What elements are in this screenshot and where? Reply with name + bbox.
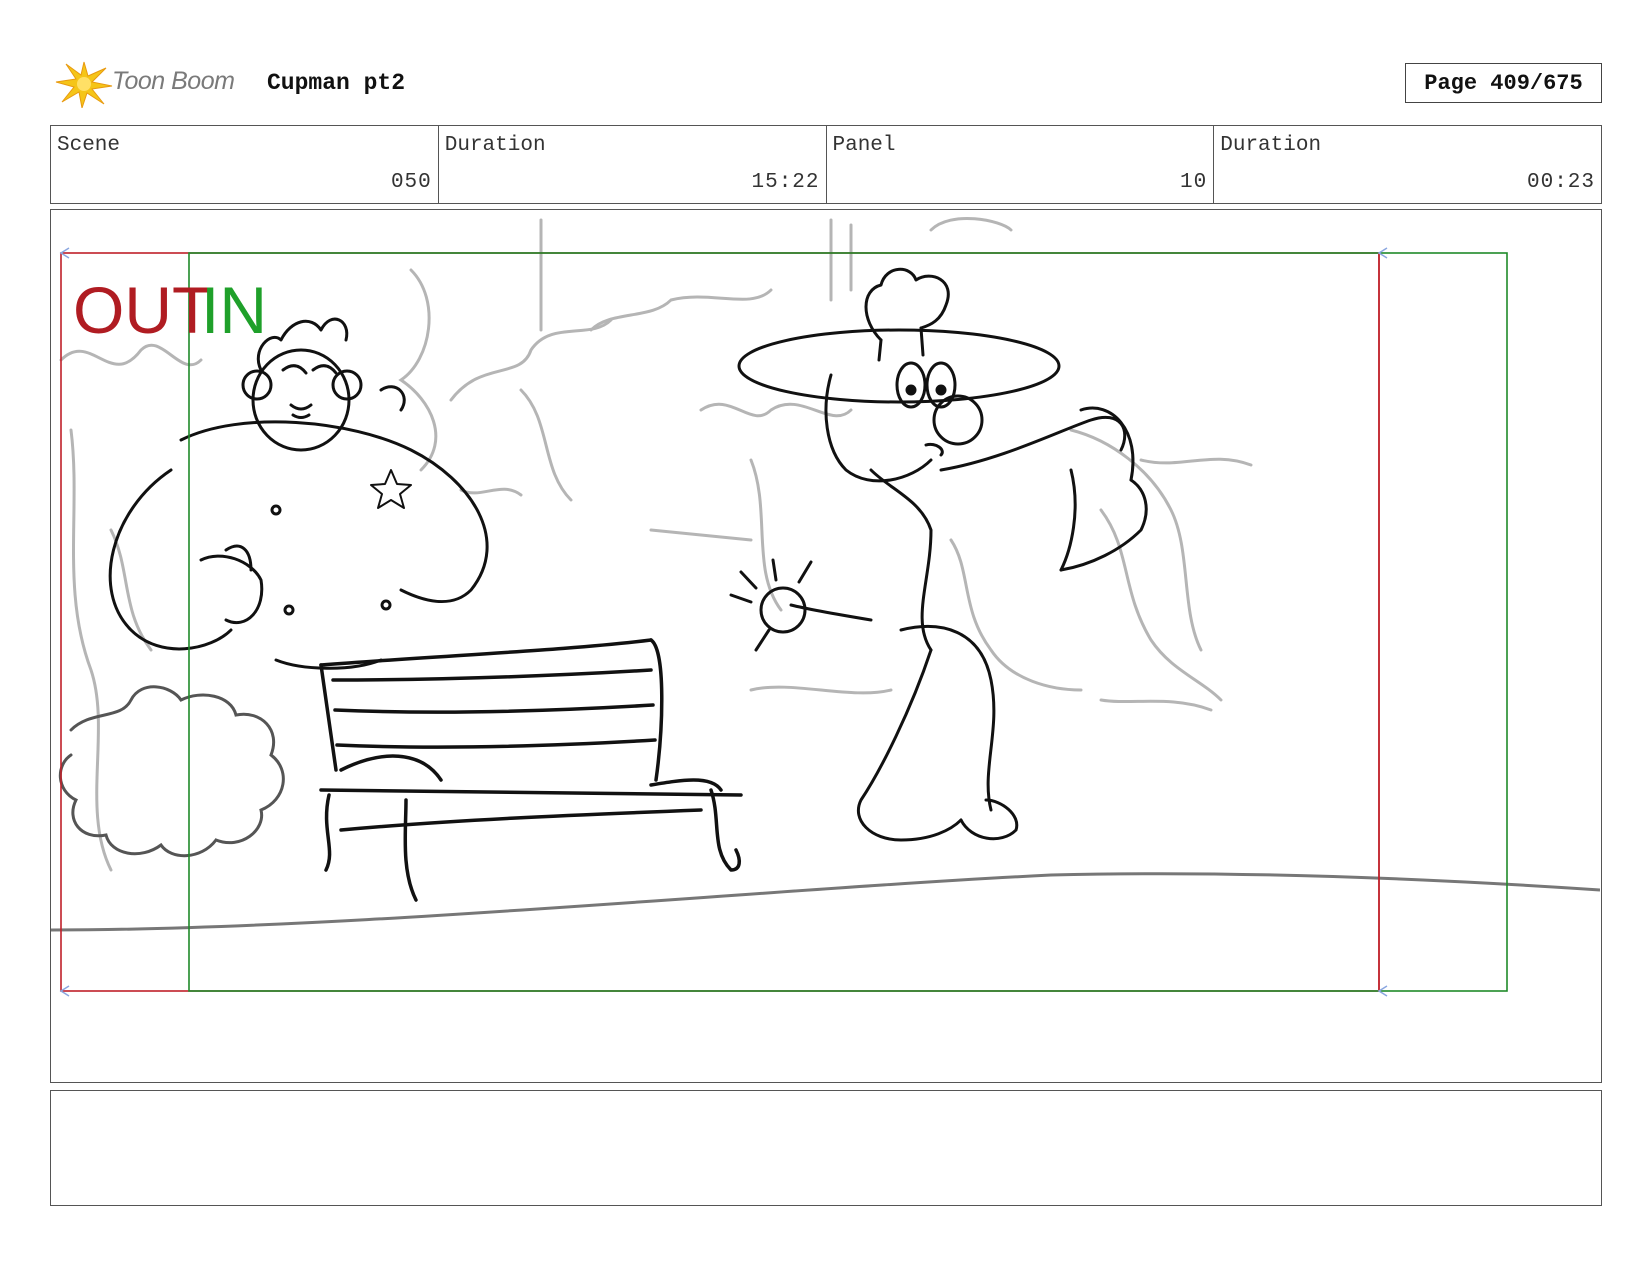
in-frame	[188, 252, 1508, 992]
panel-cell: Panel 10	[827, 126, 1215, 203]
police-officer-sketch	[108, 317, 489, 670]
out-label: OUT	[73, 273, 212, 347]
scene-cell: Scene 050	[51, 126, 439, 203]
panel-duration-label: Duration	[1220, 134, 1322, 157]
page-indicator: Page 409/675	[1405, 63, 1602, 103]
scene-label: Scene	[57, 134, 121, 157]
scene-value: 050	[390, 171, 432, 194]
park-bench-sketch	[319, 638, 743, 902]
toon-boom-logo: Toon Boom	[54, 58, 254, 110]
project-title: Cupman pt2	[267, 70, 406, 96]
page-header: Toon Boom Cupman pt2 Page 409/675	[50, 58, 1602, 110]
chef-character-sketch	[729, 267, 1148, 842]
page-label: Page 409/675	[1424, 70, 1583, 96]
notes-area	[50, 1090, 1602, 1206]
panel-drawing: OUT IN	[51, 216, 1600, 997]
starburst-icon	[55, 61, 113, 110]
panel-duration-cell: Duration 00:23	[1214, 126, 1601, 203]
logo-text: Toon Boom	[112, 67, 235, 95]
scene-duration-label: Duration	[444, 134, 546, 157]
panel-label: Panel	[832, 134, 896, 157]
in-label: IN	[201, 273, 267, 347]
ground-line	[51, 872, 1600, 932]
panel-value: 10	[1180, 171, 1208, 194]
scene-duration-cell: Duration 15:22	[439, 126, 827, 203]
frame-corner-markers	[59, 247, 1388, 997]
panel-duration-value: 00:23	[1526, 171, 1595, 194]
storyboard-panel: OUT IN	[50, 209, 1602, 1083]
scene-duration-value: 15:22	[751, 171, 820, 194]
panel-info-row: Scene 050 Duration 15:22 Panel 10 Durati…	[50, 125, 1602, 204]
bush-sketch	[58, 685, 285, 858]
